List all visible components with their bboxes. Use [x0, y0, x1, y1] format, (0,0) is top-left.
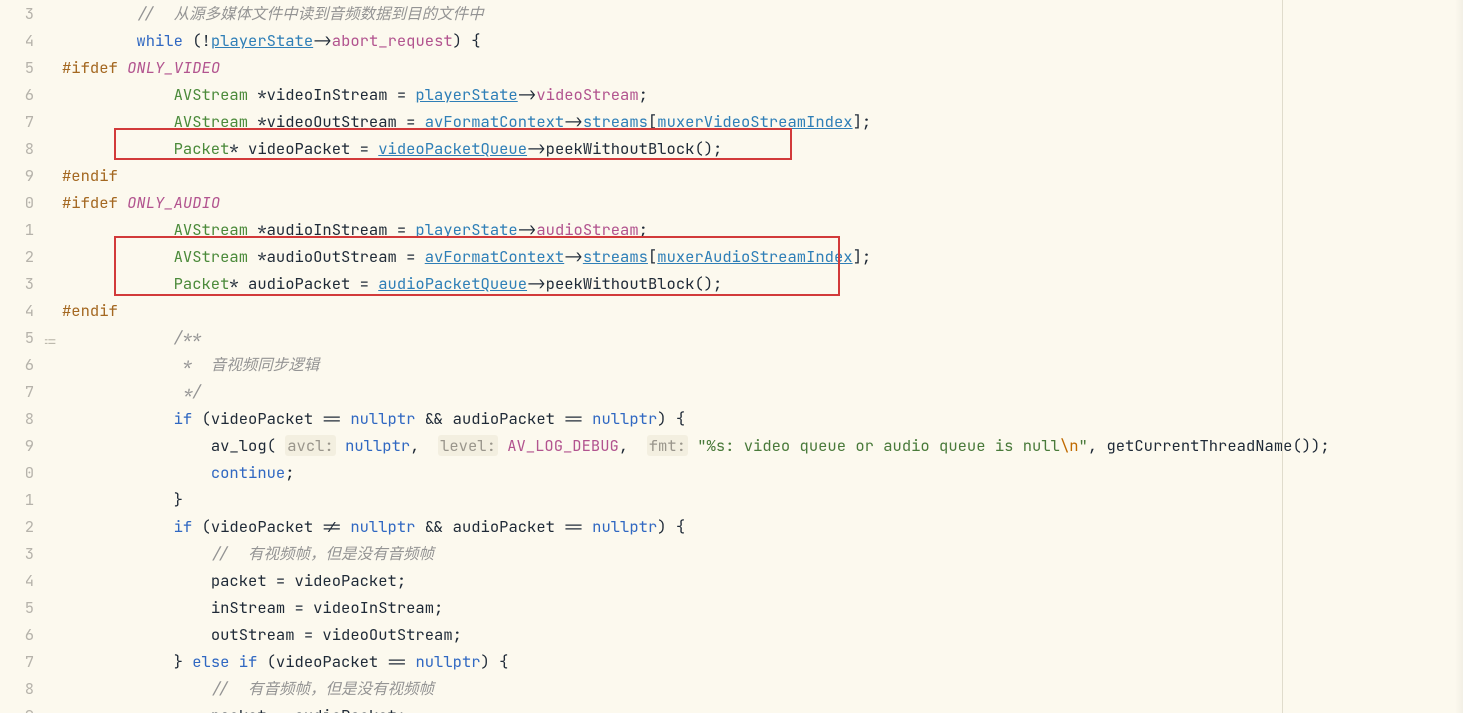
line-number: 7: [0, 378, 34, 405]
minimap-edge: [1455, 0, 1463, 713]
line-number: 7: [0, 648, 34, 675]
line-number: 9: [0, 702, 34, 713]
line-number: 4: [0, 297, 34, 324]
fold-icon[interactable]: [44, 330, 58, 344]
code-line[interactable]: packet = videoPacket;: [62, 567, 1463, 594]
code-line[interactable]: #ifdef ONLY_AUDIO: [62, 189, 1463, 216]
param-hint: level:: [438, 435, 498, 456]
line-number: 2: [0, 513, 34, 540]
line-number-gutter: 3 4 5 6 7 8 9 0 1 2 3 4 5 6 7 8 9 0 1 2 …: [0, 0, 40, 713]
code-line[interactable]: continue;: [62, 459, 1463, 486]
line-number: 1: [0, 486, 34, 513]
code-line[interactable]: av_log( avcl: nullptr, level: AV_LOG_DEB…: [62, 432, 1463, 459]
code-line[interactable]: AVStream *audioInStream = playerState->a…: [62, 216, 1463, 243]
line-number: 2: [0, 243, 34, 270]
line-number: 4: [0, 27, 34, 54]
code-line[interactable]: outStream = videoOutStream;: [62, 621, 1463, 648]
line-number: 3: [0, 270, 34, 297]
code-line[interactable]: if (videoPacket == nullptr && audioPacke…: [62, 405, 1463, 432]
gutter-icons: [40, 0, 62, 713]
line-number: 8: [0, 135, 34, 162]
code-line[interactable]: /**: [62, 324, 1463, 351]
code-line[interactable]: if (videoPacket != nullptr && audioPacke…: [62, 513, 1463, 540]
param-hint: fmt:: [647, 435, 688, 456]
line-number: 1: [0, 216, 34, 243]
code-line[interactable]: * 音视频同步逻辑: [62, 351, 1463, 378]
line-number: 0: [0, 459, 34, 486]
code-line[interactable]: // 从源多媒体文件中读到音频数据到目的文件中: [62, 0, 1463, 27]
code-line[interactable]: #endif: [62, 297, 1463, 324]
code-line[interactable]: } else if (videoPacket == nullptr) {: [62, 648, 1463, 675]
code-line[interactable]: #endif: [62, 162, 1463, 189]
code-line[interactable]: AVStream *videoInStream = playerState->v…: [62, 81, 1463, 108]
line-number: 6: [0, 621, 34, 648]
code-line[interactable]: */: [62, 378, 1463, 405]
code-line[interactable]: Packet* audioPacket = audioPacketQueue->…: [62, 270, 1463, 297]
line-number: 6: [0, 351, 34, 378]
line-number: 3: [0, 0, 34, 27]
code-line[interactable]: while (!playerState->abort_request) {: [62, 27, 1463, 54]
line-number: 5: [0, 324, 34, 351]
code-line[interactable]: packet = audioPacket:: [62, 702, 1463, 713]
line-number: 5: [0, 54, 34, 81]
line-number: 4: [0, 567, 34, 594]
code-line[interactable]: // 有音频帧，但是没有视频帧: [62, 675, 1463, 702]
line-number: 0: [0, 189, 34, 216]
line-number: 8: [0, 675, 34, 702]
param-hint: avcl:: [285, 435, 336, 456]
code-line[interactable]: AVStream *videoOutStream = avFormatConte…: [62, 108, 1463, 135]
code-line[interactable]: Packet* videoPacket = videoPacketQueue->…: [62, 135, 1463, 162]
code-line[interactable]: AVStream *audioOutStream = avFormatConte…: [62, 243, 1463, 270]
code-line[interactable]: // 有视频帧，但是没有音频帧: [62, 540, 1463, 567]
right-margin-guide: [1282, 0, 1283, 713]
line-number: 8: [0, 405, 34, 432]
line-number: 9: [0, 432, 34, 459]
line-number: 3: [0, 540, 34, 567]
line-number: 7: [0, 108, 34, 135]
code-line[interactable]: inStream = videoInStream;: [62, 594, 1463, 621]
code-editor[interactable]: 3 4 5 6 7 8 9 0 1 2 3 4 5 6 7 8 9 0 1 2 …: [0, 0, 1463, 713]
line-number: 6: [0, 81, 34, 108]
code-line[interactable]: }: [62, 486, 1463, 513]
line-number: 9: [0, 162, 34, 189]
code-line[interactable]: #ifdef ONLY_VIDEO: [62, 54, 1463, 81]
code-area[interactable]: // 从源多媒体文件中读到音频数据到目的文件中 while (!playerSt…: [62, 0, 1463, 713]
line-number: 5: [0, 594, 34, 621]
